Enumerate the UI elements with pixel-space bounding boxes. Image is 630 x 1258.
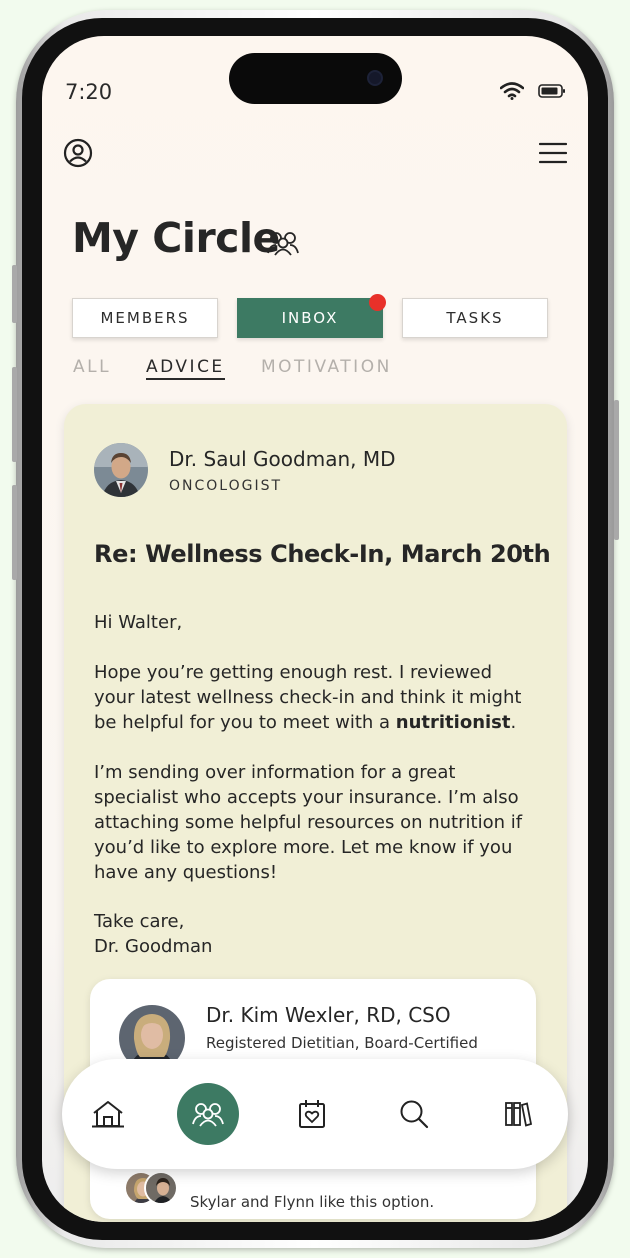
- status-icons: [500, 82, 566, 100]
- page-title: My Circle: [72, 214, 280, 262]
- message-paragraph-1: Hope you’re getting enough rest. I revie…: [94, 660, 534, 735]
- wifi-icon: [500, 82, 524, 100]
- message-subject: Re: Wellness Check-In, March 20th: [94, 540, 551, 568]
- people-icon: [267, 232, 299, 256]
- specialist-name: Dr. Kim Wexler, RD, CSO: [206, 1003, 451, 1027]
- dynamic-island: [229, 53, 402, 104]
- message-greeting: Hi Walter,: [94, 612, 183, 633]
- menu-icon[interactable]: [539, 141, 567, 165]
- message-paragraph-2: I’m sending over information for a great…: [94, 762, 523, 883]
- silent-switch: [12, 265, 17, 323]
- library-icon: [505, 1102, 532, 1127]
- message-text: .: [510, 712, 517, 733]
- sender-avatar: [94, 443, 148, 497]
- calendar-heart-icon: [299, 1100, 325, 1128]
- subtab-motivation[interactable]: MOTIVATION: [261, 357, 392, 377]
- profile-icon[interactable]: [63, 138, 93, 168]
- search-icon: [400, 1100, 429, 1129]
- status-time: 7:20: [65, 80, 113, 104]
- app-screen: 7:20 My Circle MEMBERS INBOX TASKS ALL A…: [42, 36, 588, 1222]
- likes-text: Skylar and Flynn like this option.: [190, 1193, 435, 1211]
- sender-name: Dr. Saul Goodman, MD: [169, 447, 396, 471]
- battery-icon: [538, 84, 565, 98]
- home-icon: [92, 1101, 124, 1128]
- tab-inbox[interactable]: INBOX: [237, 298, 383, 338]
- camera-icon: [367, 70, 383, 86]
- notification-dot: [369, 294, 386, 311]
- specialist-role: Registered Dietitian, Board-Certified: [206, 1034, 478, 1052]
- subtab-advice[interactable]: ADVICE: [146, 357, 225, 380]
- nav-library[interactable]: [490, 1086, 546, 1142]
- message-highlight: nutritionist: [395, 712, 511, 733]
- liker-avatar: [144, 1171, 178, 1205]
- volume-up-button: [12, 367, 17, 462]
- nav-home[interactable]: [80, 1086, 136, 1142]
- power-button: [614, 400, 619, 540]
- subtab-all[interactable]: ALL: [73, 357, 111, 377]
- sender-role: ONCOLOGIST: [169, 478, 283, 494]
- tab-tasks[interactable]: TASKS: [402, 298, 548, 338]
- message-signoff: Take care,: [94, 911, 185, 932]
- tab-members[interactable]: MEMBERS: [72, 298, 218, 338]
- nav-circle[interactable]: [177, 1083, 239, 1145]
- bottom-nav: [62, 1059, 568, 1169]
- nav-calendar[interactable]: [284, 1086, 340, 1142]
- message-signature: Dr. Goodman: [94, 936, 213, 957]
- nav-search[interactable]: [386, 1086, 442, 1142]
- people-icon: [192, 1103, 224, 1127]
- volume-down-button: [12, 485, 17, 580]
